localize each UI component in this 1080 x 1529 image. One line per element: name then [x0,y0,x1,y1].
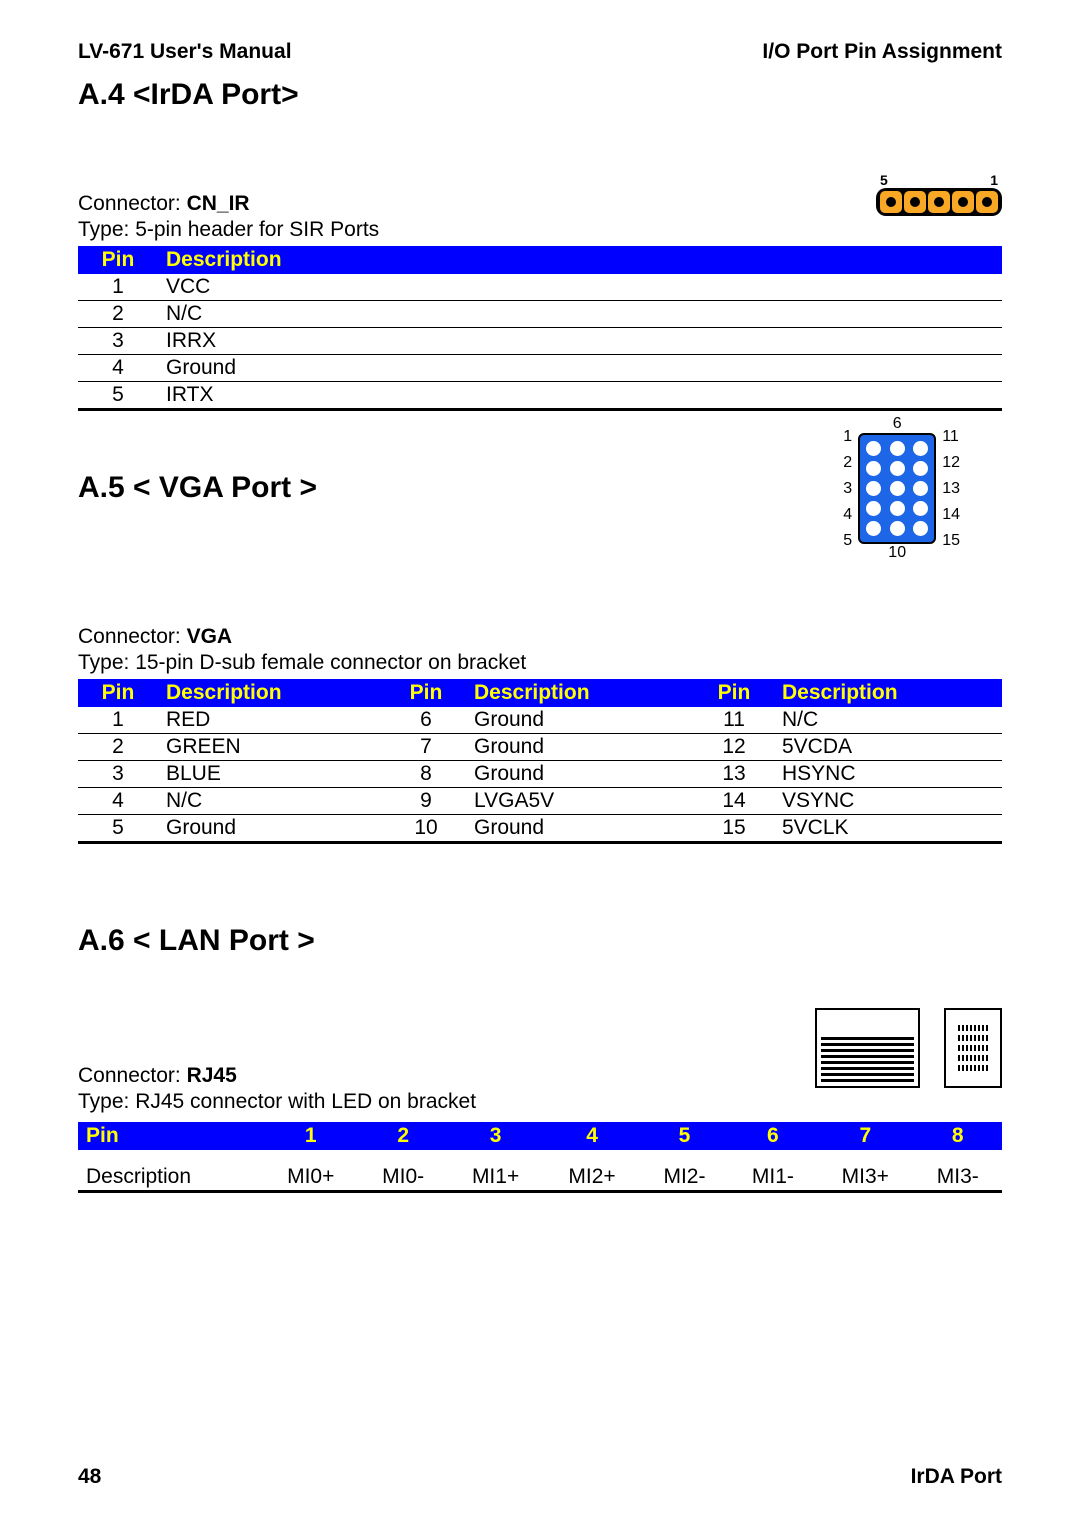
table-row: 4N/C9LVGA5V14VSYNC [78,788,1002,815]
irda-type: Type: 5-pin header for SIR Ports [78,218,1002,242]
rj45-side-icon [944,1008,1002,1088]
header-pin-icon [880,191,902,213]
vga-diagram: 1 2 3 4 5 6 10 11 12 13 14 15 [843,415,960,562]
lan-title: A.6 < LAN Port > [78,924,1002,958]
page-number: 48 [78,1465,101,1489]
table-row: 2N/C [78,301,1002,328]
table-row: 5IRTX [78,382,1002,410]
lan-diagram [815,1008,1002,1088]
footer-label: IrDA Port [911,1465,1002,1489]
page-header: LV-671 User's Manual I/O Port Pin Assign… [78,40,1002,64]
manual-title: LV-671 User's Manual [78,40,292,64]
vga-pin-table: Pin Description Pin Description Pin Desc… [78,679,1002,844]
lan-connector-text: Connector: RJ45 [78,1064,237,1088]
table-row: 1VCC [78,274,1002,301]
header-pin-icon [952,191,974,213]
lan-pin-table: Pin 1 2 3 4 5 6 7 8 Description MI0+ MI0… [78,1122,1002,1193]
header-pin-icon [904,191,926,213]
header-pin-icon [928,191,950,213]
vga-connector-text: Connector: VGA [78,625,232,649]
table-row: 2GREEN7Ground125VCDA [78,734,1002,761]
vga-type: Type: 15-pin D-sub female connector on b… [78,651,1002,675]
table-row: 3BLUE8Ground13HSYNC [78,761,1002,788]
rj45-front-icon [815,1008,920,1088]
table-row: Description MI0+ MI0- MI1+ MI2+ MI2- MI1… [78,1164,1002,1192]
table-row: 3IRRX [78,328,1002,355]
lan-connector-row: Connector: RJ45 [78,1008,1002,1088]
table-row: 5Ground10Ground155VCLK [78,815,1002,843]
table-row: 4Ground [78,355,1002,382]
lan-type: Type: RJ45 connector with LED on bracket [78,1090,1002,1114]
irda-pin-table: Pin Description 1VCC 2N/C 3IRRX 4Ground … [78,246,1002,411]
irda-header-diagram: 5 1 [876,172,1002,216]
table-row: 1RED6Ground11N/C [78,707,1002,734]
vga-connector-row: Connector: VGA [78,625,1002,649]
header-pin-icon [976,191,998,213]
page-footer: 48 IrDA Port [78,1465,1002,1489]
irda-connector-row: Connector: CN_IR 5 1 [78,172,1002,216]
irda-connector-text: Connector: CN_IR [78,192,250,216]
section-label: I/O Port Pin Assignment [762,40,1002,64]
irda-title: A.4 <IrDA Port> [78,78,1002,112]
